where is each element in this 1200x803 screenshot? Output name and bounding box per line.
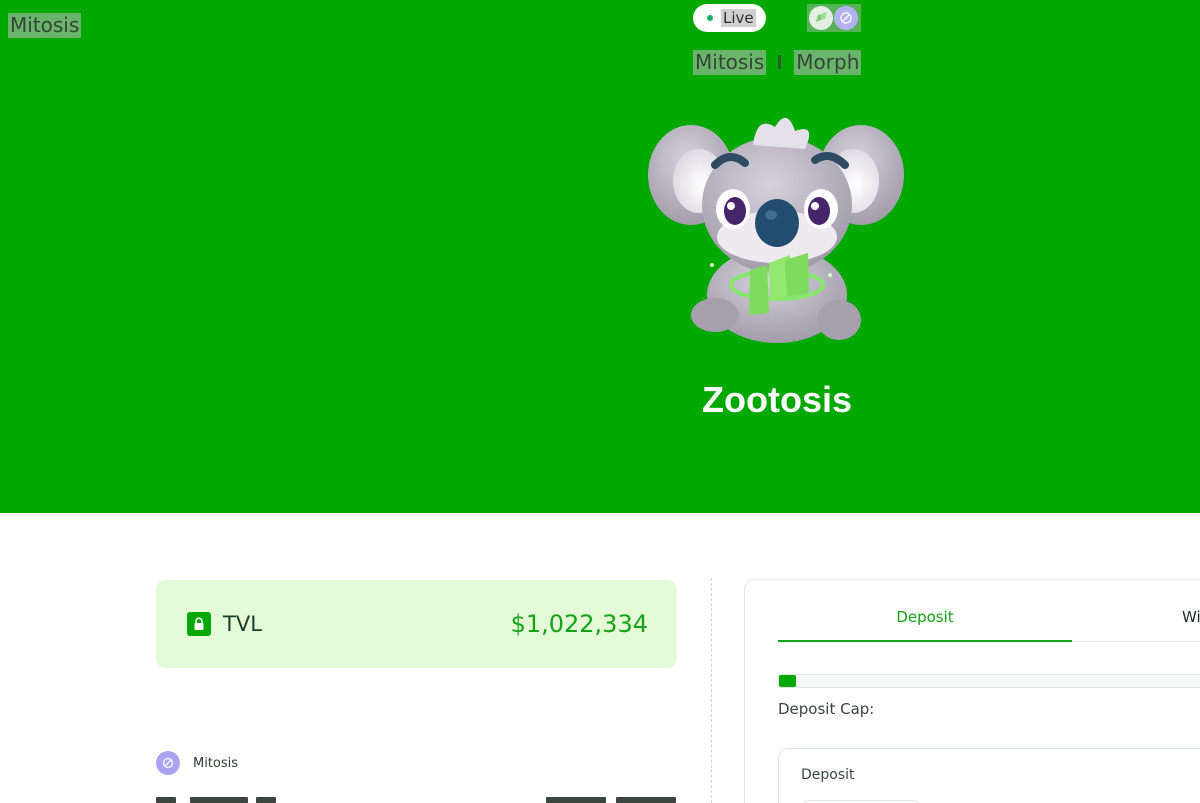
cut-off-row: [156, 797, 681, 803]
pair-left-label: Mitosis: [693, 49, 767, 75]
pair-right-label: Morph: [794, 49, 862, 75]
koala-mascot: [648, 117, 904, 343]
cut-off-glyph: [616, 797, 676, 803]
chain-icons: [807, 4, 861, 32]
cut-off-glyph: [546, 797, 606, 803]
protocol-row: Mitosis: [156, 751, 238, 775]
morph-leaf-icon: [809, 6, 833, 30]
cut-off-glyph: [156, 797, 176, 803]
mitosis-icon: [156, 751, 180, 775]
tvl-value: $1,022,334: [510, 610, 648, 638]
tvl-label: TVL: [223, 612, 262, 636]
live-status-badge: Live: [693, 4, 766, 32]
page-title: Zootosis: [702, 379, 852, 420]
column-divider: [711, 578, 712, 803]
brand-logo[interactable]: Mitosis: [8, 13, 82, 38]
protocol-label: Mitosis: [193, 755, 239, 771]
hero-banner: Mitosis Live Mitosis Morph Zootosis: [0, 0, 1200, 513]
pair-labels: Mitosis Morph: [693, 49, 862, 75]
deposit-input-card: Deposit: [778, 748, 1200, 803]
tvl-card: TVL $1,022,334: [156, 580, 677, 668]
deposit-input-label: Deposit: [801, 767, 855, 783]
cut-off-glyph: [256, 797, 276, 803]
live-dot-icon: [707, 15, 713, 21]
cut-off-glyph: [190, 797, 248, 803]
mitosis-icon: [834, 6, 858, 30]
deposit-panel: Deposit Wi Deposit Cap: Deposit: [744, 579, 1200, 803]
deposit-tabs: Deposit Wi: [778, 580, 1200, 642]
pair-separator: [778, 55, 782, 69]
deposit-cap-progress-fill: [779, 675, 797, 687]
tab-withdraw[interactable]: Wi: [1182, 580, 1200, 642]
deposit-cap-label: Deposit Cap:: [778, 700, 875, 718]
live-status-label: Live: [721, 9, 756, 27]
deposit-cap-progress: [778, 674, 1200, 688]
tab-deposit[interactable]: Deposit: [778, 580, 1072, 642]
lock-icon: [187, 612, 211, 636]
